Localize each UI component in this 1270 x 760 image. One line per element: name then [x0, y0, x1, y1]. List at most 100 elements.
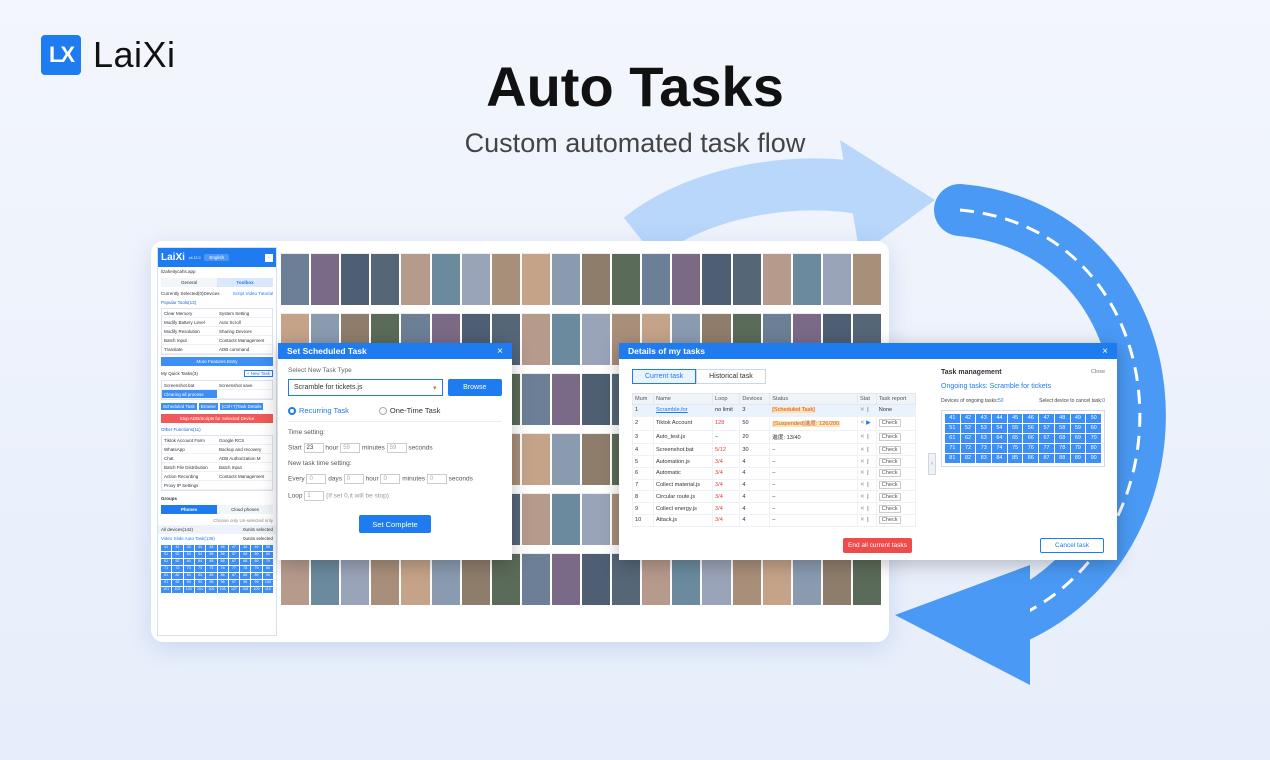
device-number-cell[interactable]: 87	[1039, 454, 1054, 463]
tab-cloud-phones[interactable]: Cloud phones	[217, 505, 273, 514]
function-item[interactable]: Backup and recovery	[217, 445, 272, 454]
tab-historical-task[interactable]: Historical task	[696, 369, 766, 384]
every-second-input[interactable]: 0	[426, 474, 447, 484]
all-devices-row[interactable]: All devices(142) 0units selected	[158, 525, 276, 534]
device-number-cell[interactable]: 43	[976, 414, 992, 423]
device-number-cell[interactable]: 58	[1054, 424, 1070, 433]
device-screen-thumbnail[interactable]	[612, 247, 641, 305]
device-number-cell[interactable]: 47	[1039, 414, 1054, 423]
device-number-cell[interactable]: 88	[1054, 454, 1070, 463]
device-number-cell[interactable]: 77	[1039, 444, 1054, 453]
start-minute-input[interactable]: 59	[340, 443, 361, 453]
device-screen-thumbnail[interactable]	[792, 247, 821, 305]
device-cell[interactable]: 99	[251, 580, 262, 586]
device-cell[interactable]: 69	[251, 559, 262, 565]
device-cell[interactable]: 90	[262, 573, 273, 579]
tool-item[interactable]: Translate	[162, 345, 217, 354]
device-number-cell[interactable]: 48	[1054, 414, 1070, 423]
device-number-cell[interactable]: 62	[960, 434, 976, 443]
task-actions[interactable]: ✕ ▶	[856, 415, 877, 431]
device-number-cell[interactable]: 75	[1007, 444, 1023, 453]
device-number-cell[interactable]: 52	[960, 424, 976, 433]
function-item[interactable]: Chat	[162, 454, 217, 463]
device-number-cell[interactable]: 56	[1023, 424, 1039, 433]
task-report[interactable]: None	[875, 404, 917, 417]
device-cell[interactable]: 109	[251, 587, 262, 593]
device-cell[interactable]: 80	[262, 566, 273, 572]
collapse-icon[interactable]: ‹	[265, 253, 273, 262]
device-cell[interactable]: 68	[240, 559, 251, 565]
task-report[interactable]: Check	[875, 415, 917, 431]
device-cell[interactable]: 55	[206, 552, 217, 558]
device-cell[interactable]: 85	[206, 573, 217, 579]
device-cell[interactable]: 65	[206, 559, 217, 565]
device-number-cell[interactable]: 67	[1039, 434, 1054, 443]
device-screen-thumbnail[interactable]	[582, 247, 611, 305]
device-cell[interactable]: 87	[228, 573, 240, 579]
recurring-task-radio[interactable]: Recurring Task	[288, 406, 349, 415]
device-cell[interactable]: 100	[262, 580, 273, 586]
device-screen-thumbnail[interactable]	[521, 307, 550, 365]
device-cell[interactable]: 84	[194, 573, 206, 579]
device-number-cell[interactable]: 59	[1070, 424, 1086, 433]
device-screen-thumbnail[interactable]	[371, 247, 400, 305]
tool-item[interactable]: System Setting	[217, 309, 272, 318]
device-screen-thumbnail[interactable]	[521, 547, 550, 605]
device-screen-thumbnail[interactable]	[762, 247, 791, 305]
every-days-input[interactable]: 0	[306, 474, 327, 484]
table-row[interactable]: 6 Automatic 3/4 4– ✕ ∥ Check	[632, 466, 917, 480]
table-row[interactable]: 10 Attack.js 3/4 4– ✕ ∥ Check	[632, 514, 917, 527]
device-screen-thumbnail[interactable]	[551, 247, 581, 305]
device-cell[interactable]: 91	[161, 580, 172, 586]
device-number-cell[interactable]: 84	[992, 454, 1007, 463]
device-cell[interactable]: 41	[161, 545, 172, 551]
device-screen-thumbnail[interactable]	[642, 247, 671, 305]
tool-item[interactable]: Sharing Devices	[217, 327, 272, 336]
tool-item[interactable]: Batch Input	[162, 336, 217, 345]
device-cell[interactable]: 105	[206, 587, 217, 593]
device-cell[interactable]: 44	[194, 545, 206, 551]
function-item[interactable]: Batch File Distribution	[162, 463, 217, 472]
task-actions[interactable]: ✕ ∥	[856, 478, 877, 492]
device-cell[interactable]: 64	[194, 559, 206, 565]
device-number-cell[interactable]: 76	[1023, 444, 1039, 453]
tool-item[interactable]: Auto Scroll	[217, 318, 272, 327]
device-screen-thumbnail[interactable]	[461, 247, 490, 305]
device-number-cell[interactable]: 46	[1023, 414, 1039, 423]
table-row[interactable]: 5 Automation.js 3/4 4– ✕ ∥ Check	[632, 455, 917, 468]
function-item[interactable]: ADB Authorization M	[217, 454, 272, 463]
device-number-cell[interactable]: 72	[960, 444, 976, 453]
device-cell[interactable]: 110	[262, 587, 273, 593]
device-screen-thumbnail[interactable]	[822, 247, 851, 305]
function-item[interactable]: Contacts Management	[217, 472, 272, 481]
task-actions[interactable]: ✕ ∥	[856, 443, 877, 457]
device-cell[interactable]: 46	[217, 545, 228, 551]
device-number-cell[interactable]: 78	[1054, 444, 1070, 453]
filter-row[interactable]: Choose only Un-selected only	[158, 516, 276, 525]
device-number-cell[interactable]: 65	[1007, 434, 1023, 443]
device-cell[interactable]: 89	[251, 573, 262, 579]
task-actions[interactable]: ✕ ∥	[856, 502, 877, 516]
table-row[interactable]: 4 Screenshot.bat 5/12 30– ✕ ∥ Check	[632, 443, 917, 457]
close-icon[interactable]: ×	[497, 346, 503, 357]
video-tutorial-link[interactable]: Script Video Tutorial	[233, 291, 273, 296]
function-item[interactable]: Proxy IP Settings	[162, 481, 217, 490]
device-cell[interactable]: 86	[217, 573, 228, 579]
task-report[interactable]: Check	[875, 514, 917, 527]
device-cell[interactable]: 45	[206, 545, 217, 551]
device-number-cell[interactable]: 42	[960, 414, 976, 423]
device-cell[interactable]: 54	[194, 552, 206, 558]
device-cell[interactable]: 47	[228, 545, 240, 551]
device-screen-thumbnail[interactable]	[281, 247, 310, 305]
task-type-select[interactable]: Scramble for tickets.js ▾	[288, 379, 443, 396]
device-screen-thumbnail[interactable]	[521, 367, 550, 425]
collapse-panel-icon[interactable]: ‹	[928, 453, 936, 475]
device-number-cell[interactable]: 70	[1086, 434, 1101, 443]
table-row[interactable]: 2 Tiktok Account 128 50 [Suspended]進度: 126/2…	[632, 415, 917, 431]
device-cell[interactable]: 50	[262, 545, 273, 551]
device-cell[interactable]: 97	[228, 580, 240, 586]
device-screen-thumbnail[interactable]	[852, 247, 881, 305]
device-screen-thumbnail[interactable]	[311, 247, 340, 305]
start-second-input[interactable]: 59	[386, 443, 407, 453]
device-number-cell[interactable]: 89	[1070, 454, 1086, 463]
